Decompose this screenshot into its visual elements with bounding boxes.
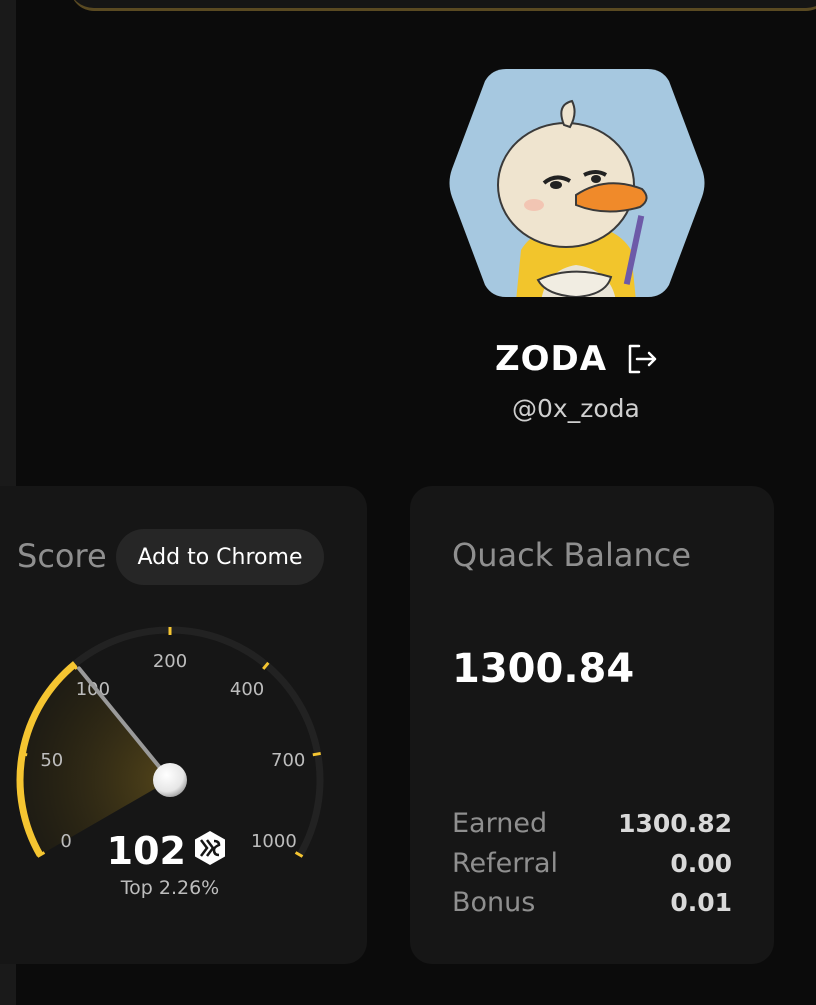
score-title: Score <box>17 537 107 575</box>
gauge-scale-label: 50 <box>40 750 63 771</box>
user-handle: @0x_zoda <box>512 394 640 423</box>
balance-total: 1300.84 <box>452 646 635 692</box>
stat-value: 1300.82 <box>618 808 732 838</box>
stat-value: 0.01 <box>670 887 732 917</box>
score-gauge: 0 50 100 200 400 700 1000 102 Top 2.26% <box>16 626 324 899</box>
top-banner <box>70 0 816 11</box>
gauge-tick <box>312 751 321 757</box>
profile-name-row: ZODA <box>495 336 659 382</box>
balance-title: Quack Balance <box>452 536 691 574</box>
gauge-scale-label: 200 <box>153 651 187 672</box>
add-to-chrome-button[interactable]: Add to Chrome <box>116 529 324 585</box>
stat-row-bonus: Bonus 0.01 <box>452 884 732 920</box>
gauge-scale-label: 0 <box>60 831 71 852</box>
stat-row-referral: Referral 0.00 <box>452 845 732 881</box>
gauge-tick <box>19 751 28 757</box>
logout-icon[interactable] <box>625 342 659 376</box>
gauge-scale-label: 400 <box>230 679 264 700</box>
display-name: ZODA <box>495 339 608 379</box>
rank-text: Top 2.26% <box>120 877 219 899</box>
stat-value: 0.00 <box>670 848 732 878</box>
gauge-scale-label: 700 <box>271 750 305 771</box>
stat-label: Bonus <box>452 886 536 918</box>
stat-label: Referral <box>452 847 559 879</box>
stat-label: Earned <box>452 807 548 839</box>
badge-icon <box>195 831 225 865</box>
avatar <box>446 65 708 301</box>
gauge-knob <box>153 763 187 797</box>
gauge-scale-label: 1000 <box>251 831 297 852</box>
stat-row-earned: Earned 1300.82 <box>452 805 732 841</box>
score-value: 102 <box>107 829 186 873</box>
gauge-scale-label: 100 <box>76 679 110 700</box>
